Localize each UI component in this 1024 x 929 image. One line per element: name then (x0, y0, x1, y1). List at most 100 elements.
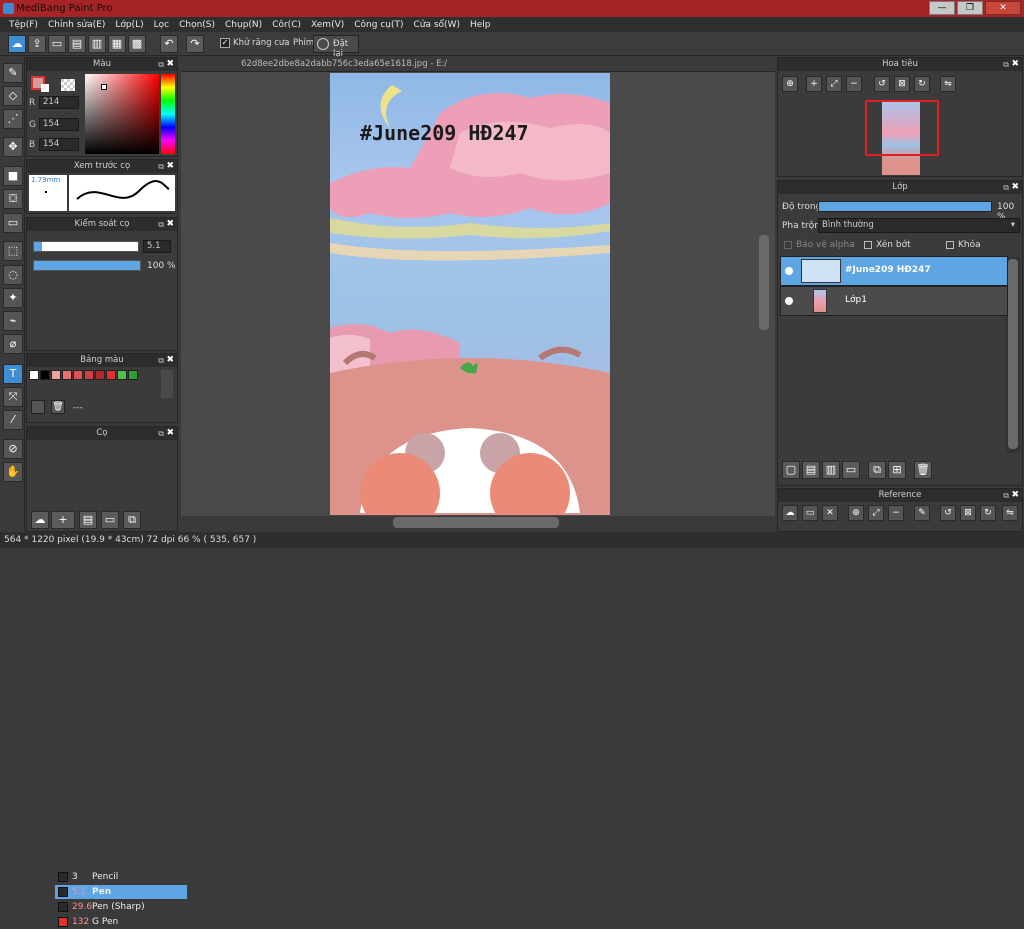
page-icon[interactable]: ▥ (88, 35, 106, 53)
select-rect-icon[interactable]: ⬚ (3, 241, 23, 261)
shape-tool-icon[interactable]: ■ (3, 166, 23, 186)
eyedropper-icon[interactable]: ✎ (914, 505, 930, 521)
lock-checkbox[interactable] (946, 241, 954, 249)
horizontal-scrollbar[interactable] (393, 517, 559, 528)
eyedropper-icon[interactable]: ⊘ (3, 439, 23, 459)
g-value-field[interactable]: 154 (39, 118, 79, 131)
document-text-layer[interactable]: #June209 HĐ247 (360, 121, 529, 145)
close-icon[interactable]: ✖ (1011, 489, 1019, 502)
popout-icon[interactable]: ⧉ (1003, 181, 1009, 194)
palette-swatch[interactable] (51, 370, 61, 380)
brush-list-item[interactable]: 132 G Pen (55, 915, 187, 929)
brush-size-value[interactable]: 5.1 (143, 240, 171, 253)
cloud-icon[interactable]: ☁ (8, 35, 26, 53)
copy-brush-icon[interactable]: ▤ (79, 511, 97, 529)
operation-tool-icon[interactable]: ⤧ (3, 387, 23, 407)
minimize-button[interactable]: — (929, 1, 955, 15)
redo-icon[interactable]: ↷ (186, 35, 204, 53)
layer-scrollbar[interactable] (1008, 259, 1018, 449)
flip-icon[interactable]: ⇋ (1002, 505, 1018, 521)
rotate-right-icon[interactable]: ↻ (914, 76, 930, 92)
move-tool-icon[interactable]: ✥ (3, 137, 23, 157)
layer-opacity-slider[interactable] (818, 201, 992, 212)
popout-icon[interactable]: ⧉ (1003, 58, 1009, 71)
duplicate-layer-icon[interactable]: ⧉ (868, 461, 886, 479)
b-value-field[interactable]: 154 (39, 138, 79, 151)
close-icon[interactable]: ✖ (166, 354, 174, 367)
message-icon[interactable]: ▤ (68, 35, 86, 53)
palette-swatch[interactable] (117, 370, 127, 380)
antialias-checkbox[interactable]: ✓ (220, 38, 230, 48)
popout-icon[interactable]: ⧉ (158, 218, 164, 231)
palette-swatch[interactable] (40, 370, 50, 380)
brush-size-slider[interactable] (33, 241, 139, 252)
brush-list-item[interactable]: 3 Pencil (55, 870, 187, 884)
document-tab[interactable]: 62d8ee2dbe8a2dabb756c3eda65e1618.jpg - E… (241, 59, 447, 69)
comment-icon[interactable]: ▭ (48, 35, 66, 53)
cloud-icon[interactable]: ☁ (782, 505, 798, 521)
reset-button[interactable]: Đặt lại (313, 35, 359, 59)
new-1bit-layer-icon[interactable]: ▥ (822, 461, 840, 479)
duplicate-icon[interactable]: ⧉ (123, 511, 141, 529)
new-palette-icon[interactable] (31, 400, 45, 414)
close-button[interactable]: ✕ (985, 1, 1021, 15)
select-eraser-icon[interactable]: ⌀ (3, 334, 23, 354)
cloud-brush-icon[interactable]: ☁ (31, 511, 49, 529)
zoom-icon[interactable]: ⊕ (782, 76, 798, 92)
magic-wand-icon[interactable]: ✦ (3, 288, 23, 308)
gradient-tool-icon[interactable]: ▭ (3, 213, 23, 233)
blend-mode-select[interactable]: Bình thường ▾ (818, 218, 1020, 233)
visibility-eye-icon[interactable] (785, 267, 793, 275)
rotate-left-icon[interactable]: ↺ (874, 76, 890, 92)
popout-icon[interactable]: ⧉ (158, 58, 164, 71)
eraser-tool-icon[interactable]: ◇ (3, 86, 23, 106)
brush-opacity-slider[interactable] (33, 260, 141, 271)
menu-item[interactable]: Côr(C) (267, 20, 306, 30)
hue-slider[interactable] (161, 74, 175, 154)
palette-swatch[interactable] (95, 370, 105, 380)
dot-tool-icon[interactable]: ⋰ (3, 109, 23, 129)
flip-icon[interactable]: ⇋ (940, 76, 956, 92)
zoom-out-icon[interactable]: − (846, 76, 862, 92)
zoom-in-icon[interactable]: + (806, 76, 822, 92)
new-folder-icon[interactable]: ▭ (842, 461, 860, 479)
share-icon[interactable]: ⇪ (28, 35, 46, 53)
palette-swatch[interactable] (62, 370, 72, 380)
close-icon[interactable]: ✖ (166, 218, 174, 231)
palette-swatch[interactable] (84, 370, 94, 380)
menu-item[interactable]: Lọc (149, 20, 174, 30)
menu-item[interactable]: Lớp(L) (110, 20, 148, 30)
close-icon[interactable]: ✖ (1011, 181, 1019, 194)
document-canvas[interactable]: #June209 HĐ247 (330, 73, 610, 515)
new-layer-icon[interactable]: ▢ (782, 461, 800, 479)
brush-list-item[interactable]: 29.6 Pen (Sharp) (55, 900, 187, 914)
popout-icon[interactable]: ⧉ (158, 354, 164, 367)
menu-item[interactable]: Chọn(S) (174, 20, 220, 30)
brush-list-item[interactable]: 5.1 Pen (55, 885, 187, 899)
text-tool-icon[interactable]: T (3, 364, 23, 384)
protect-alpha-checkbox[interactable] (784, 241, 792, 249)
palette-swatch[interactable] (29, 370, 39, 380)
folder-icon[interactable]: ▭ (101, 511, 119, 529)
clipping-checkbox[interactable] (864, 241, 872, 249)
close-reference-icon[interactable]: ✕ (822, 505, 838, 521)
palette-swatch[interactable] (128, 370, 138, 380)
r-value-field[interactable]: 214 (39, 96, 79, 109)
reset-view-icon[interactable]: ⊠ (960, 505, 976, 521)
close-icon[interactable]: ✖ (166, 160, 174, 173)
menu-item[interactable]: Chụp(N) (220, 20, 267, 30)
add-brush-icon[interactable]: + (51, 511, 75, 529)
maximize-button[interactable]: ❐ (957, 1, 983, 15)
reset-view-icon[interactable]: ⊠ (894, 76, 910, 92)
visibility-eye-icon[interactable] (785, 297, 793, 305)
menu-item[interactable]: Help (465, 20, 496, 30)
secondary-color-swatch[interactable] (41, 84, 49, 92)
trash-icon[interactable]: 🗑 (51, 400, 65, 414)
menu-item[interactable]: Xem(V) (306, 20, 349, 30)
layer-row[interactable]: Lớp1 (780, 286, 1008, 316)
select-pen-icon[interactable]: ⌁ (3, 311, 23, 331)
new-halftone-layer-icon[interactable]: ▤ (802, 461, 820, 479)
hand-tool-icon[interactable]: ✋ (3, 462, 23, 482)
fill-tool-icon[interactable]: ⛋ (3, 189, 23, 209)
fit-icon[interactable]: ⤢ (826, 76, 842, 92)
